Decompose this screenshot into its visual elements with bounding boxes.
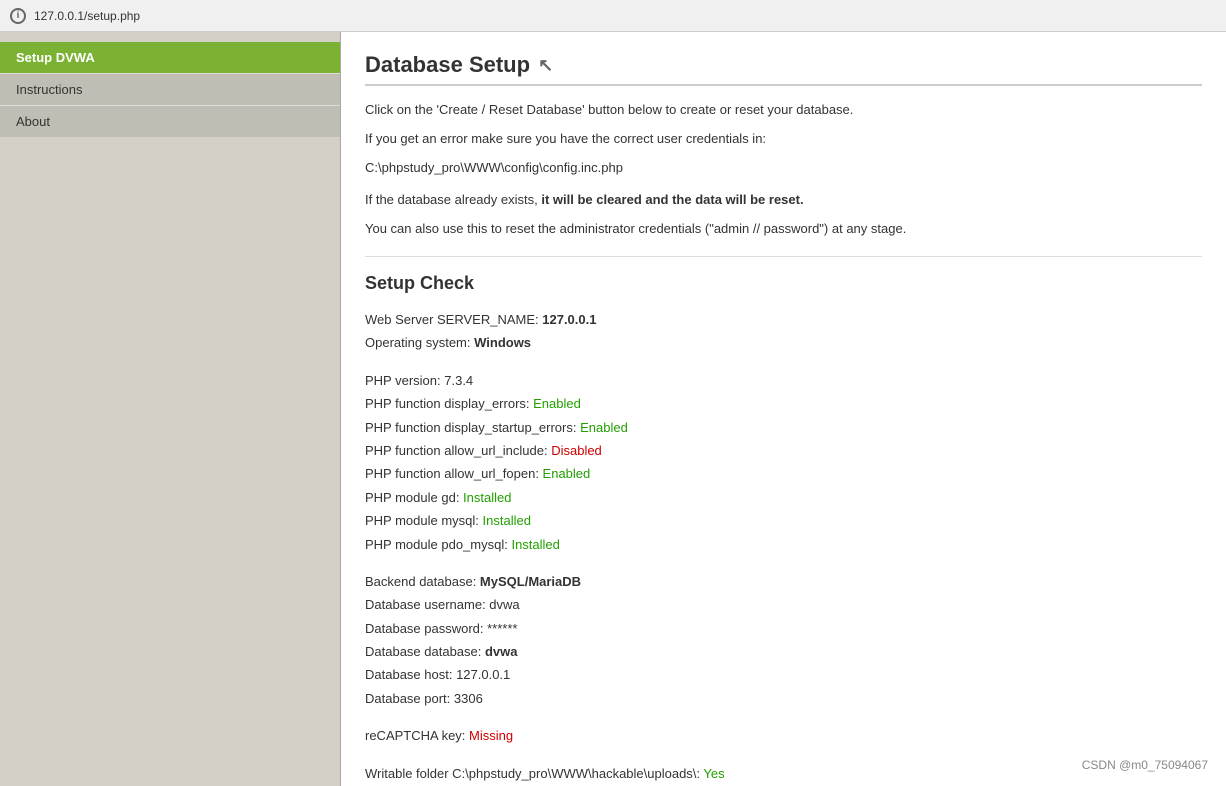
main-content: Database Setup ↖ Click on the 'Create / …	[340, 32, 1226, 786]
db-port-line: Database port: 3306	[365, 687, 1202, 710]
display-startup-line: PHP function display_startup_errors: Ena…	[365, 416, 1202, 439]
intro-line-5: You can also use this to reset the admin…	[365, 219, 1202, 240]
display-errors-line: PHP function display_errors: Enabled	[365, 392, 1202, 415]
page-wrapper: Setup DVWA Instructions About Database S…	[0, 32, 1226, 786]
db-username-line: Database username: dvwa	[365, 593, 1202, 616]
sidebar-item-setup-dvwa[interactable]: Setup DVWA	[0, 42, 340, 73]
setup-check-title: Setup Check	[365, 273, 1202, 294]
sidebar-item-instructions[interactable]: Instructions	[0, 73, 340, 105]
intro-line-4: If the database already exists, it will …	[365, 190, 1202, 211]
db-password-line: Database password: ******	[365, 617, 1202, 640]
recaptcha-line: reCAPTCHA key: Missing	[365, 724, 1202, 747]
page-title: Database Setup ↖	[365, 52, 1202, 86]
db-host-line: Database host: 127.0.0.1	[365, 663, 1202, 686]
intro-line-1: Click on the 'Create / Reset Database' b…	[365, 100, 1202, 121]
intro-line-3: C:\phpstudy_pro\WWW\config\config.inc.ph…	[365, 158, 1202, 179]
module-gd-line: PHP module gd: Installed	[365, 486, 1202, 509]
watermark: CSDN @m0_75094067	[1082, 758, 1208, 772]
os-line: Operating system: Windows	[365, 331, 1202, 354]
web-server-line: Web Server SERVER_NAME: 127.0.0.1	[365, 308, 1202, 331]
allow-url-include-line: PHP function allow_url_include: Disabled	[365, 439, 1202, 462]
browser-bar: i 127.0.0.1/setup.php	[0, 0, 1226, 32]
allow-url-fopen-line: PHP function allow_url_fopen: Enabled	[365, 462, 1202, 485]
sidebar: Setup DVWA Instructions About	[0, 32, 340, 786]
writable1-line: Writable folder C:\phpstudy_pro\WWW\hack…	[365, 762, 1202, 785]
sidebar-item-about[interactable]: About	[0, 105, 340, 137]
backend-db-line: Backend database: MySQL/MariaDB	[365, 570, 1202, 593]
db-database-line: Database database: dvwa	[365, 640, 1202, 663]
intro-line-2: If you get an error make sure you have t…	[365, 129, 1202, 150]
cursor-icon: ↖	[538, 55, 553, 76]
url-bar: 127.0.0.1/setup.php	[34, 9, 140, 23]
info-icon: i	[10, 8, 26, 24]
php-version-line: PHP version: 7.3.4	[365, 369, 1202, 392]
module-pdo-line: PHP module pdo_mysql: Installed	[365, 533, 1202, 556]
module-mysql-line: PHP module mysql: Installed	[365, 509, 1202, 532]
